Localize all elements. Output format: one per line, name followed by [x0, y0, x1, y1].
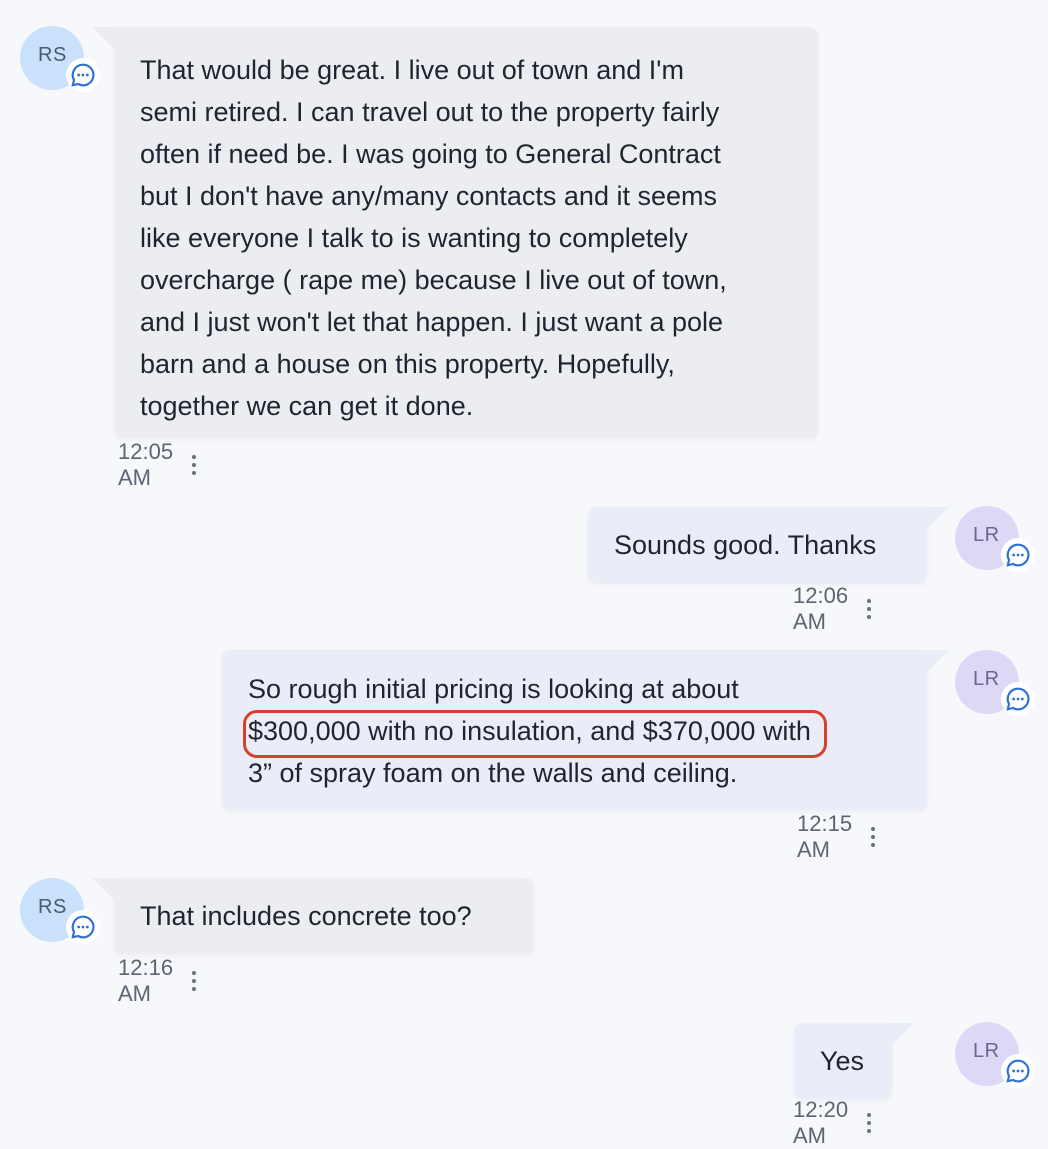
message-timestamp: 12:16 AM [118, 955, 174, 1006]
message-bubble: That includes concrete too? [92, 878, 534, 954]
avatar[interactable]: LR [955, 650, 1035, 716]
message-text-line: 3” of spray foam on the walls and ceilin… [248, 758, 738, 788]
message-text: Yes [820, 1046, 865, 1076]
avatar[interactable]: RS [20, 878, 100, 944]
chat-bubble-icon [1001, 682, 1035, 716]
message-bubble: Yes [794, 1023, 914, 1099]
avatar-initials: RS [38, 896, 67, 918]
avatar-initials: LR [973, 668, 1000, 690]
message-meta: 12:15 AM [797, 811, 876, 862]
message-bubble: So rough initial pricing is looking at a… [222, 650, 949, 810]
message-timestamp: 12:06 AM [793, 583, 849, 634]
more-vertical-icon[interactable] [191, 453, 197, 477]
message-meta: 12:06 AM [793, 583, 872, 634]
message-text-line: often if need be. I was going to General… [140, 139, 721, 169]
message-text: Sounds good. Thanks [614, 530, 877, 560]
chat-bubble-icon [66, 58, 100, 92]
message-text-line: So rough initial pricing is looking at a… [248, 674, 739, 704]
more-vertical-icon[interactable] [866, 597, 872, 621]
message-text-line: semi retired. I can travel out to the pr… [140, 97, 720, 127]
message-timestamp: 12:15 AM [797, 811, 853, 862]
more-vertical-icon[interactable] [191, 969, 197, 993]
message-text-line: and I just won't let that happen. I just… [140, 307, 724, 337]
avatar[interactable]: RS [20, 26, 100, 92]
message-bubble: That would be great. I live out of town … [92, 27, 818, 438]
message-bubble: Sounds good. Thanks [588, 507, 949, 583]
avatar-initials: LR [973, 524, 1000, 546]
avatar-initials: RS [38, 44, 67, 66]
message-text-line: $300,000 with no insulation, and $370,00… [248, 716, 811, 746]
message-text: That includes concrete too? [140, 901, 472, 931]
message-text-line: like everyone I talk to is wanting to co… [140, 223, 688, 253]
message-text-line: together we can get it done. [140, 391, 474, 421]
message-timestamp: 12:20 AM [793, 1097, 849, 1148]
message-meta: 12:20 AM [793, 1097, 872, 1148]
avatar-initials: LR [973, 1040, 1000, 1062]
message-timestamp: 12:05 AM [118, 439, 174, 490]
message-meta: 12:16 AM [118, 955, 197, 1006]
avatar[interactable]: LR [955, 1022, 1035, 1088]
avatar[interactable]: LR [955, 506, 1035, 572]
more-vertical-icon[interactable] [866, 1111, 872, 1135]
message-text-line: overcharge ( rape me) because I live out… [140, 265, 727, 295]
message-text-line: barn and a house on this property. Hopef… [140, 349, 675, 379]
chat-bubble-icon [1001, 1054, 1035, 1088]
chat-bubble-icon [66, 910, 100, 944]
message-meta: 12:05 AM [118, 439, 197, 490]
more-vertical-icon[interactable] [870, 825, 876, 849]
chat-bubble-icon [1001, 538, 1035, 572]
message-text-line: That would be great. I live out of town … [140, 55, 684, 85]
message-text-line: but I don't have any/many contacts and i… [140, 181, 717, 211]
